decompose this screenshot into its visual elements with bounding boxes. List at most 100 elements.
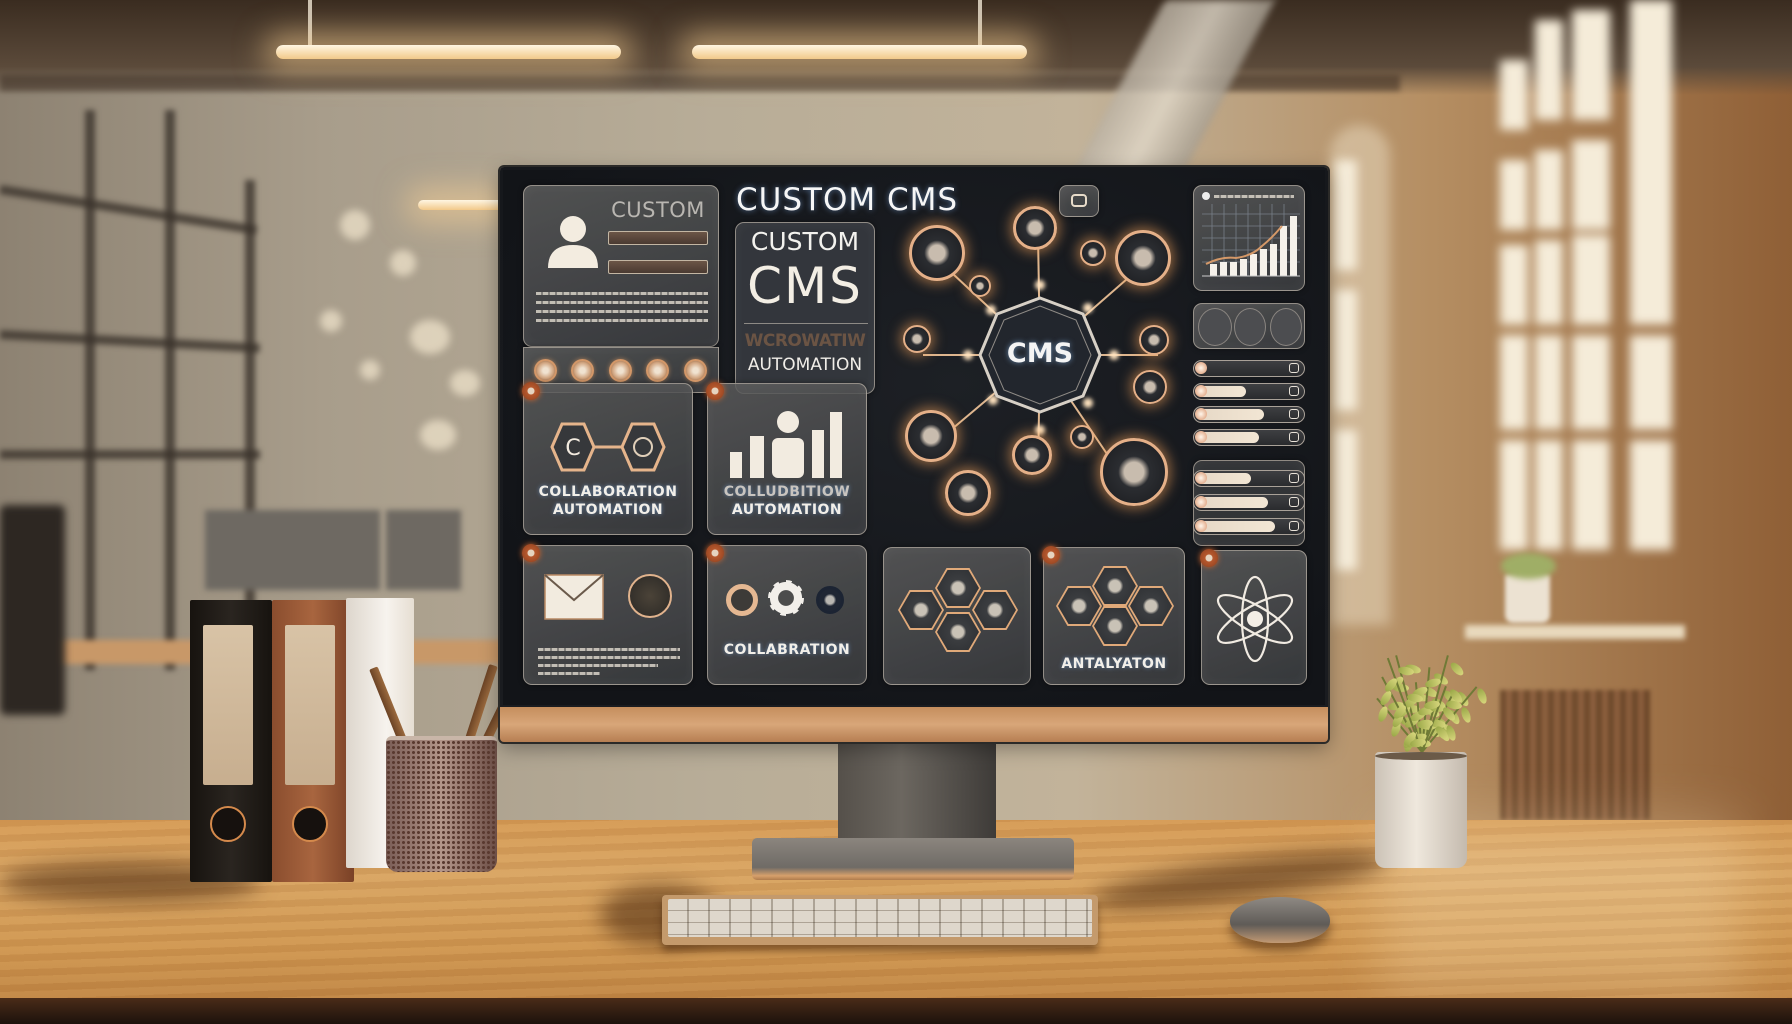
hub-node-editor-icon[interactable]	[909, 225, 965, 281]
binder-label	[203, 625, 253, 785]
ceiling-lamp	[692, 45, 1027, 59]
atom-icon	[1216, 575, 1294, 663]
hub-node-lock-icon[interactable]	[1080, 240, 1106, 266]
slider-end-icon[interactable]	[1289, 497, 1299, 507]
ceiling-lamp	[276, 45, 621, 59]
slider-knob[interactable]	[1195, 520, 1207, 532]
keyboard[interactable]	[662, 895, 1098, 945]
slider-end-icon[interactable]	[1289, 363, 1299, 373]
hub-node-media-icon[interactable]	[1100, 438, 1168, 506]
chat-icon[interactable]	[571, 359, 594, 382]
wall-art	[300, 190, 490, 460]
hub-center-label[interactable]: CMS	[993, 338, 1087, 369]
honeycomb-icon	[935, 612, 981, 652]
background-monitor	[386, 510, 461, 590]
tile-badge-icon	[706, 544, 724, 562]
settings-slider[interactable]	[1193, 383, 1305, 400]
mouse[interactable]	[1230, 897, 1330, 943]
monitor: CUSTOM CMS CUSTOM CUSTOM CMS WCROWATIW A…	[500, 167, 1328, 742]
hub-node-globe-icon[interactable]	[1139, 325, 1169, 355]
hub-node-small-icon[interactable]	[969, 275, 991, 297]
lamp-rod	[978, 0, 982, 45]
hexagon-link-icon: C	[550, 422, 666, 472]
puzzle-icon[interactable]	[1270, 308, 1302, 346]
drop-icon[interactable]	[609, 359, 632, 382]
honeycomb-icon	[1056, 586, 1102, 626]
honeycomb-icon	[1092, 566, 1138, 606]
bar-chart-icon	[1202, 204, 1300, 277]
tile-collaboration-automation[interactable]: C COLLABORATION AUTOMATION	[522, 382, 693, 535]
hub-node-clock-icon[interactable]	[1133, 370, 1167, 404]
slider-end-icon[interactable]	[1289, 473, 1299, 483]
slider-knob[interactable]	[1195, 472, 1207, 484]
tile-installation[interactable]: ANTALYATON	[1042, 546, 1185, 685]
keyboard-keys[interactable]	[668, 899, 1092, 937]
envelope-icon	[544, 574, 604, 620]
inbox-icon	[1071, 194, 1087, 207]
settings-slider[interactable]	[1193, 406, 1305, 423]
analytics-chart-panel[interactable]	[1193, 185, 1305, 291]
tile-modules[interactable]	[883, 547, 1031, 685]
link-icon[interactable]	[534, 359, 557, 382]
ring-icon	[726, 584, 758, 616]
mesh-pen-cup	[386, 736, 497, 872]
slider-knob[interactable]	[1195, 408, 1207, 420]
tile-mail[interactable]	[522, 544, 693, 685]
tile-analytics-automation[interactable]: COLLUDBITIOW AUTOMATION	[706, 382, 867, 535]
slider-knob[interactable]	[1195, 431, 1207, 443]
tile-subtitle: AUTOMATION	[552, 502, 664, 518]
profile-name-field[interactable]	[608, 231, 708, 245]
tile-badge-icon	[522, 382, 540, 400]
hub-node-small-icon[interactable]	[1070, 425, 1094, 449]
windowsill-plant	[1505, 575, 1550, 623]
monitor-stand-base	[752, 838, 1074, 880]
honeycomb-icon	[972, 590, 1018, 630]
hub-node-settings-icon[interactable]	[903, 325, 931, 353]
file-badge-icon	[628, 574, 672, 618]
chart-header-icon	[1202, 192, 1210, 200]
hook-icon[interactable]	[1234, 308, 1266, 346]
user-avatar-icon	[548, 216, 598, 268]
black-binder[interactable]	[190, 600, 272, 882]
settings-sliders-group	[1193, 360, 1305, 470]
honeycomb-icon	[1092, 606, 1138, 646]
settings-slider[interactable]	[1193, 518, 1305, 535]
profile-role-field[interactable]	[608, 260, 708, 274]
tile-title: COLLABRATION	[723, 642, 851, 658]
settings-slider[interactable]	[1193, 429, 1305, 446]
slider-knob[interactable]	[1195, 362, 1207, 374]
settings-slider[interactable]	[1193, 494, 1305, 511]
brand-line-automation: AUTOMATION	[747, 355, 863, 375]
monitor-chin	[500, 707, 1328, 742]
brown-binder[interactable]	[272, 600, 354, 882]
hub-node-code-icon[interactable]	[1013, 206, 1057, 250]
tile-badge-icon	[1200, 549, 1218, 567]
eye-icon[interactable]	[684, 359, 707, 382]
slider-end-icon[interactable]	[1289, 521, 1299, 531]
binder-finger-hole	[292, 806, 328, 842]
hub-node-page-icon[interactable]	[905, 410, 957, 462]
settings-slider[interactable]	[1193, 470, 1305, 487]
profile-panel[interactable]: CUSTOM	[523, 185, 719, 347]
hub-node-target-icon[interactable]	[1012, 435, 1052, 475]
hub-node-layout-icon[interactable]	[1115, 230, 1171, 286]
brand-line-custom: CUSTOM	[750, 227, 860, 256]
leaf-icon[interactable]	[646, 359, 669, 382]
tile-collaboration[interactable]: COLLABRATION	[706, 544, 867, 685]
gear-icon	[768, 580, 804, 616]
text-line	[536, 310, 708, 313]
spiral-icon[interactable]	[1198, 308, 1232, 346]
slider-knob[interactable]	[1195, 496, 1207, 508]
notifications-button[interactable]	[1059, 185, 1099, 217]
slider-knob[interactable]	[1195, 385, 1207, 397]
slider-end-icon[interactable]	[1289, 386, 1299, 396]
window-left	[1335, 160, 1385, 610]
quick-actions-panel	[1193, 303, 1305, 349]
slider-end-icon[interactable]	[1289, 432, 1299, 442]
slider-end-icon[interactable]	[1289, 409, 1299, 419]
tile-integration[interactable]	[1200, 549, 1307, 685]
settings-slider[interactable]	[1193, 360, 1305, 377]
background-monitor	[205, 510, 380, 590]
background-chair	[0, 505, 65, 715]
hub-node-image-icon[interactable]	[945, 470, 991, 516]
